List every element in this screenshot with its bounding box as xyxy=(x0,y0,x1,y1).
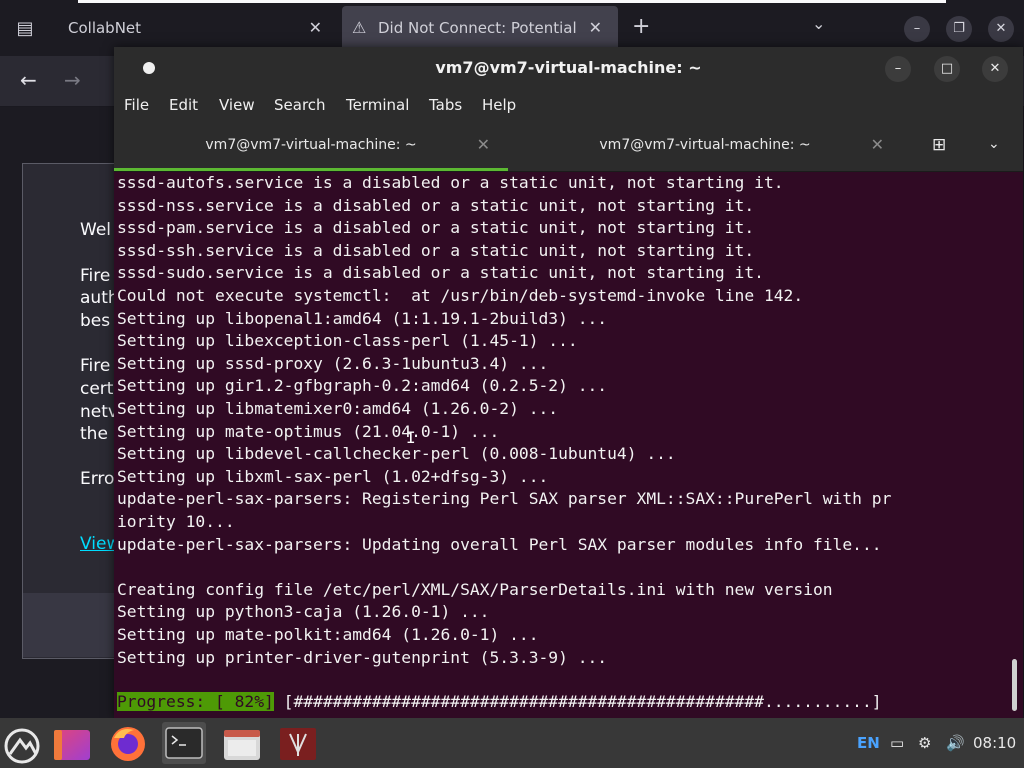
back-arrow-icon[interactable]: ← xyxy=(20,68,37,92)
firefox-button[interactable] xyxy=(106,722,150,764)
browser-tab-did-not-connect[interactable]: ⚠ Did Not Connect: Potential S ✕ xyxy=(342,6,618,50)
error-text: Fire xyxy=(80,356,111,376)
display-icon[interactable]: ▭ xyxy=(890,734,904,752)
terminal-line: update-perl-sax-parsers: Registering Per… xyxy=(117,489,892,509)
terminal-line: Setting up mate-optimus (21.04.0-1) ... xyxy=(117,421,500,441)
error-text: cert xyxy=(80,379,114,399)
terminal-line: sssd-autofs.service is a disabled or a s… xyxy=(117,173,784,192)
close-window-button[interactable]: ✕ xyxy=(988,16,1014,42)
terminal-tab-label: vm7@vm7-virtual-machine: ~ xyxy=(205,137,417,153)
app-launcher-button[interactable] xyxy=(50,722,94,764)
terminal-line: Setting up libxml-sax-perl (1.02+dfsg-3)… xyxy=(117,466,549,486)
browser-tab-label: CollabNet xyxy=(68,19,142,37)
distro-logo-icon xyxy=(4,728,40,764)
terminal-titlebar[interactable]: vm7@vm7-virtual-machine: ~ – □ ✕ xyxy=(114,47,1023,90)
terminal-taskbar-button[interactable] xyxy=(162,722,206,764)
menu-bar: File Edit View Search Terminal Tabs Help xyxy=(114,90,1023,122)
close-window-button[interactable]: ✕ xyxy=(982,56,1008,82)
terminal-scrollbar[interactable] xyxy=(1012,659,1017,711)
terminal-icon xyxy=(165,727,203,759)
tab-overview-icon[interactable]: ▤ xyxy=(14,18,36,40)
terminal-line: sssd-pam.service is a disabled or a stat… xyxy=(117,218,755,238)
terminal-line: Setting up libmatemixer0:amd64 (1.26.0-2… xyxy=(117,399,559,418)
apt-progress: Progress: [ 82%] [######################… xyxy=(117,691,882,714)
browser-tab-collabnet[interactable]: CollabNet ✕ xyxy=(54,6,338,50)
terminal-line: Setting up mate-polkit:amd64 (1.26.0-1) … xyxy=(117,625,539,644)
maximize-button[interactable]: ❐ xyxy=(946,16,972,42)
close-icon[interactable]: ✕ xyxy=(477,135,490,154)
app-icon xyxy=(54,730,90,760)
start-menu-button[interactable] xyxy=(0,722,44,764)
keyboard-layout-indicator[interactable]: EN xyxy=(857,734,880,752)
menu-tabs[interactable]: Tabs xyxy=(429,96,462,114)
maximize-button[interactable]: □ xyxy=(934,56,960,82)
error-text: bes xyxy=(80,311,111,331)
terminal-line: Setting up python3-caja (1.26.0-1) ... xyxy=(117,602,490,622)
chevron-down-icon[interactable]: ⌄ xyxy=(812,14,825,33)
text-cursor-icon: I xyxy=(406,428,416,447)
terminal-line: Setting up gir1.2-gfbgraph-0.2:amd64 (0.… xyxy=(117,376,608,396)
terminal-output[interactable]: sssd-autofs.service is a disabled or a s… xyxy=(114,172,1009,718)
close-icon[interactable]: ✕ xyxy=(871,135,884,154)
taskbar: EN ▭ ⚙ 🔊 08:10 xyxy=(0,718,1024,768)
terminal-tab-label: vm7@vm7-virtual-machine: ~ xyxy=(599,137,811,153)
menu-search[interactable]: Search xyxy=(274,96,326,114)
browser-top-edge xyxy=(78,0,946,3)
new-tab-icon[interactable]: ⊞ xyxy=(932,135,946,155)
menu-view[interactable]: View xyxy=(219,96,255,114)
presentation-app-button[interactable] xyxy=(276,722,320,764)
progress-bar: [#######################################… xyxy=(273,692,882,711)
terminal-line: Creating config file /etc/perl/XML/SAX/P… xyxy=(117,579,833,599)
error-text: the xyxy=(80,424,108,444)
error-text: Fire xyxy=(80,266,111,286)
volume-icon[interactable]: 🔊 xyxy=(946,734,965,752)
network-icon[interactable]: ⚙ xyxy=(918,734,931,752)
progress-label: Progress: [ 82%] xyxy=(117,692,274,711)
terminal-line: sssd-nss.service is a disabled or a stat… xyxy=(117,195,755,215)
new-tab-button[interactable]: + xyxy=(632,14,650,39)
file-manager-button[interactable] xyxy=(220,722,264,764)
terminal-tab-1[interactable]: vm7@vm7-virtual-machine: ~ ✕ xyxy=(114,122,508,171)
close-icon[interactable]: ✕ xyxy=(309,6,322,50)
terminal-line: sssd-ssh.service is a disabled or a stat… xyxy=(117,240,755,260)
forward-arrow-icon[interactable]: → xyxy=(64,68,81,92)
error-heading: Wel xyxy=(80,220,111,240)
menu-edit[interactable]: Edit xyxy=(169,96,198,114)
chevron-down-icon[interactable]: ⌄ xyxy=(988,136,1000,152)
terminal-line: Setting up libopenal1:amd64 (1:1.19.1-2b… xyxy=(117,308,608,328)
terminal-line: Setting up printer-driver-gutenprint (5.… xyxy=(117,647,608,667)
error-text: auth xyxy=(80,288,119,308)
terminal-line: Setting up libdevel-callchecker-perl (0.… xyxy=(117,444,676,464)
active-tab-indicator xyxy=(114,168,508,171)
terminal-line: iority 10... xyxy=(117,512,235,531)
terminal-line: sssd-sudo.service is a disabled or a sta… xyxy=(117,263,764,283)
close-icon[interactable]: ✕ xyxy=(589,6,602,50)
terminal-tab-bar: vm7@vm7-virtual-machine: ~ ✕ vm7@vm7-vir… xyxy=(114,122,1023,172)
terminal-line: Could not execute systemctl: at /usr/bin… xyxy=(117,286,804,305)
terminal-line: Setting up libexception-class-perl (1.45… xyxy=(117,331,578,351)
terminal-line: update-perl-sax-parsers: Updating overal… xyxy=(117,534,882,554)
error-text: netv xyxy=(80,402,118,422)
clock[interactable]: 08:10 xyxy=(973,734,1016,752)
folder-icon xyxy=(224,730,260,760)
error-code-label: Erro xyxy=(80,469,115,489)
terminal-tab-2[interactable]: vm7@vm7-virtual-machine: ~ ✕ xyxy=(508,122,902,171)
browser-tab-label: Did Not Connect: Potential S xyxy=(378,19,578,37)
menu-file[interactable]: File xyxy=(124,96,149,114)
warning-icon: ⚠ xyxy=(352,18,367,37)
terminal-window: vm7@vm7-virtual-machine: ~ – □ ✕ File Ed… xyxy=(114,47,1023,718)
presentation-icon xyxy=(280,728,316,760)
menu-help[interactable]: Help xyxy=(482,96,516,114)
menu-terminal[interactable]: Terminal xyxy=(346,96,409,114)
terminal-line: Setting up sssd-proxy (2.6.3-1ubuntu3.4)… xyxy=(117,353,549,373)
firefox-icon xyxy=(111,727,145,761)
minimize-button[interactable]: – xyxy=(904,16,930,42)
minimize-button[interactable]: – xyxy=(885,56,911,82)
